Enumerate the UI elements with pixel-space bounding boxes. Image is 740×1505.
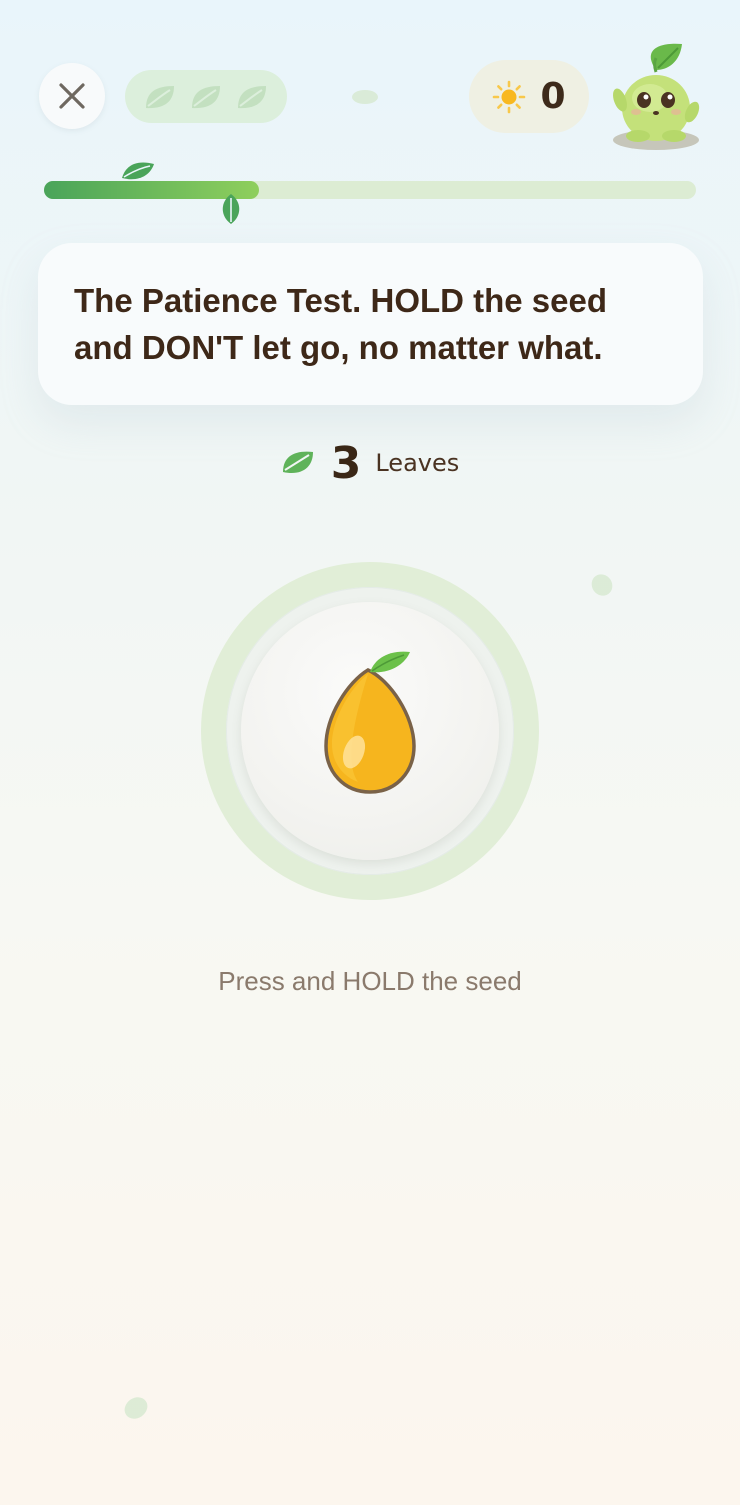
sun-counter: 0 [469,60,589,133]
prompt-card: The Patience Test. HOLD the seed and DON… [38,243,703,405]
floating-leaf [120,1392,152,1424]
prompt-line-1: The Patience Test. HOLD the seed [74,282,608,319]
close-button[interactable] [39,63,105,129]
prompt-line-2: and DON'T let go, no matter what. [74,329,603,366]
sun-count: 0 [540,76,566,117]
leaf-icon [192,85,220,108]
leaves-count: 3 [330,437,362,489]
sprout-mascot [613,43,700,150]
leaf-icon [282,451,313,474]
prompt-text: The Patience Test. HOLD the seed and DON… [74,277,667,371]
seed-icon[interactable] [318,648,422,798]
progress-handle-leaf-icon [222,194,240,224]
leaves-label: Leaves [375,449,460,477]
floating-leaf [352,90,378,104]
leaf-icon [238,85,266,108]
close-icon [59,83,85,109]
sun-icon [493,80,526,113]
hold-instruction: Press and HOLD the seed [218,966,522,996]
leaf-icon [122,162,154,180]
floating-leaf [587,570,617,600]
lives-indicator [125,70,287,123]
leaves-counter: 3 Leaves [0,437,740,489]
leaf-icon [146,85,174,108]
